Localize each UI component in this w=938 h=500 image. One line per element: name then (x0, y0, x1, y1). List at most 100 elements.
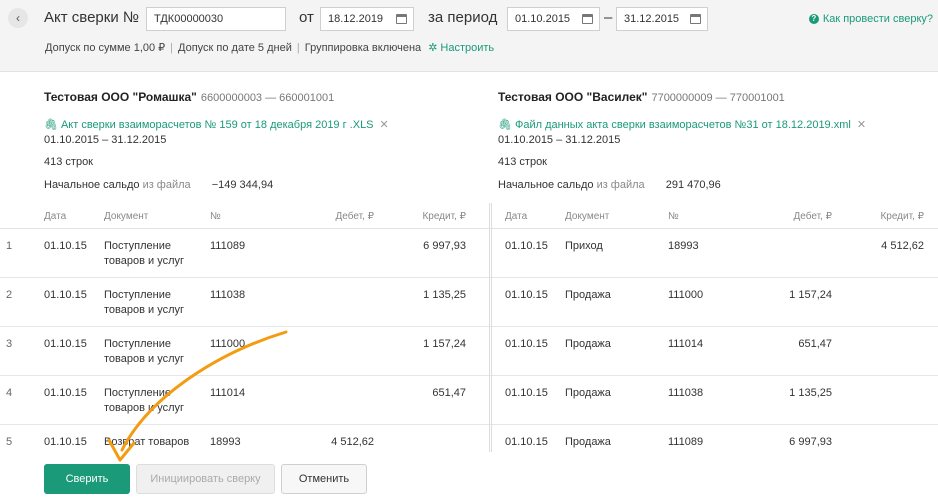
table-row[interactable]: 3 01.10.15 Поступление товаров и услуг 11100… (0, 327, 938, 376)
separator: | (170, 41, 174, 54)
period-start-input[interactable]: 01.10.2015 (507, 7, 600, 31)
left-file-name: Акт сверки взаиморасчетов № 159 от 18 де… (60, 119, 374, 131)
cancel-button[interactable]: Отменить (281, 464, 367, 494)
left-document: Поступление товаров и услуг (104, 239, 184, 269)
saldo-source: из файла (142, 179, 191, 191)
right-date: 01.10.15 (505, 289, 548, 301)
initiate-reconciliation-button: Инициировать сверку (136, 464, 275, 494)
left-org-info: Тестовая ООО "Ромашка" 6600000003 — 66000… (44, 90, 389, 191)
left-period: 01.10.2015 – 31.12.2015 (44, 134, 167, 146)
left-number: 111089 (210, 240, 246, 252)
right-file-name: Файл данных акта сверки взаиморасчетов №… (514, 119, 851, 131)
left-credit: 1 135,25 (423, 289, 466, 301)
right-document: Продажа (565, 289, 611, 301)
row-index: 5 (6, 436, 13, 448)
act-date-input[interactable]: 18.12.2019 (320, 7, 414, 31)
left-document-line2: товаров и услуг (104, 402, 185, 414)
col-number-left: № (210, 211, 221, 222)
right-org-title: Тестовая ООО "Василек" (498, 90, 648, 104)
close-icon[interactable]: ✕ (857, 119, 866, 131)
date-tolerance: Допуск по дате 5 дней (178, 41, 292, 54)
saldo-value: 291 470,96 (665, 179, 721, 191)
back-button[interactable]: ‹ (8, 8, 28, 28)
period-end-input[interactable]: 31.12.2015 (616, 7, 708, 31)
grouping-status: Группировка включена (304, 41, 422, 54)
left-number: 111000 (210, 338, 246, 350)
right-date: 01.10.15 (505, 338, 548, 350)
col-date-right: Дата (505, 211, 528, 222)
row-index: 4 (6, 387, 13, 399)
right-number: 111038 (668, 387, 704, 399)
left-document: Поступление товаров и услуг (104, 337, 184, 367)
left-file-link[interactable]: 🖇 Акт сверки взаиморасчетов № 159 от 18 д… (44, 118, 389, 131)
right-org-name: Тестовая ООО "Василек" 7700000009 — 77000… (498, 90, 785, 104)
close-icon[interactable]: ✕ (380, 119, 389, 131)
question-icon: ? (808, 14, 819, 24)
header-bar: ‹ Акт сверки № ТДК00000030 от 18.12.2019… (0, 0, 938, 72)
gear-icon: ✲ (428, 42, 438, 54)
act-number-input[interactable]: ТДК00000030 (146, 7, 286, 31)
table-header: Дата Документ № Дебет, ₽ Кредит, ₽ Дата … (0, 203, 938, 229)
left-number: 18993 (210, 436, 241, 448)
page-title: Акт сверки № (44, 9, 139, 26)
left-debit: 4 512,62 (331, 436, 374, 448)
right-rows-count: 413 строк (498, 156, 547, 168)
saldo-value: −149 344,94 (211, 179, 274, 191)
right-org-info: Тестовая ООО "Василек" 7700000009 — 77000… (498, 90, 866, 191)
right-document: Приход (565, 240, 603, 252)
left-document-line2: товаров и услуг (104, 255, 185, 267)
saldo-label: Начальное сальдо (498, 179, 594, 191)
right-period: 01.10.2015 – 31.12.2015 (498, 134, 621, 146)
right-date: 01.10.15 (505, 240, 548, 252)
right-credit: 4 512,62 (881, 240, 924, 252)
reconcile-button[interactable]: Сверить (44, 464, 130, 494)
right-document: Продажа (565, 436, 611, 448)
left-document-line2: товаров и услуг (104, 304, 185, 316)
left-document-line1: Поступление (104, 240, 172, 252)
right-debit: 6 997,93 (789, 436, 832, 448)
period-start-value: 01.10.2015 (515, 13, 571, 25)
right-file-link[interactable]: 🖇 Файл данных акта сверки взаиморасчетов … (498, 118, 866, 131)
right-document: Продажа (565, 387, 611, 399)
paperclip-icon: 🖇 (498, 119, 512, 131)
setup-link-label: Настроить (440, 42, 495, 54)
col-number-right: № (668, 211, 679, 222)
help-link[interactable]: ? Как провести сверку? (808, 13, 933, 25)
table-row[interactable]: 2 01.10.15 Поступление товаров и услуг 11103… (0, 278, 938, 327)
right-debit: 651,47 (798, 338, 832, 350)
table-row[interactable]: 1 01.10.15 Поступление товаров и услуг 11108… (0, 229, 938, 278)
table-row[interactable]: 4 01.10.15 Поступление товаров и услуг 11101… (0, 376, 938, 425)
period-dash: – (604, 9, 613, 26)
right-document: Продажа (565, 338, 611, 350)
row-index: 2 (6, 289, 13, 301)
col-document-right: Документ (565, 211, 610, 222)
left-document-line1: Поступление (104, 289, 172, 301)
from-label: от (299, 9, 314, 26)
col-debit-left: Дебет, ₽ (335, 211, 374, 222)
left-document: Поступление товаров и услуг (104, 386, 184, 416)
left-saldo: Начальное сальдо из файла −149 344,94 (44, 179, 273, 191)
left-credit: 6 997,93 (423, 240, 466, 252)
right-org-inn: 7700000009 — 770001001 (651, 92, 785, 104)
left-credit: 651,47 (432, 387, 466, 399)
right-saldo: Начальное сальдо из файла 291 470,96 (498, 179, 721, 191)
calendar-icon[interactable] (690, 14, 701, 24)
saldo-label: Начальное сальдо (44, 179, 140, 191)
left-date: 01.10.15 (44, 436, 87, 448)
left-number: 111014 (210, 387, 246, 399)
right-date: 01.10.15 (505, 387, 548, 399)
right-debit: 1 135,25 (789, 387, 832, 399)
right-date: 01.10.15 (505, 436, 548, 448)
left-date: 01.10.15 (44, 338, 87, 350)
calendar-icon[interactable] (582, 14, 593, 24)
setup-link[interactable]: ✲ Настроить (428, 41, 494, 54)
left-rows-count: 413 строк (44, 156, 93, 168)
left-number: 111038 (210, 289, 246, 301)
left-date: 01.10.15 (44, 289, 87, 301)
saldo-source: из файла (596, 179, 645, 191)
paperclip-icon: 🖇 (44, 119, 58, 131)
row-index: 1 (6, 240, 13, 252)
left-document-line2: товаров и услуг (104, 353, 185, 365)
col-credit-right: Кредит, ₽ (880, 211, 924, 222)
calendar-icon[interactable] (396, 14, 407, 24)
